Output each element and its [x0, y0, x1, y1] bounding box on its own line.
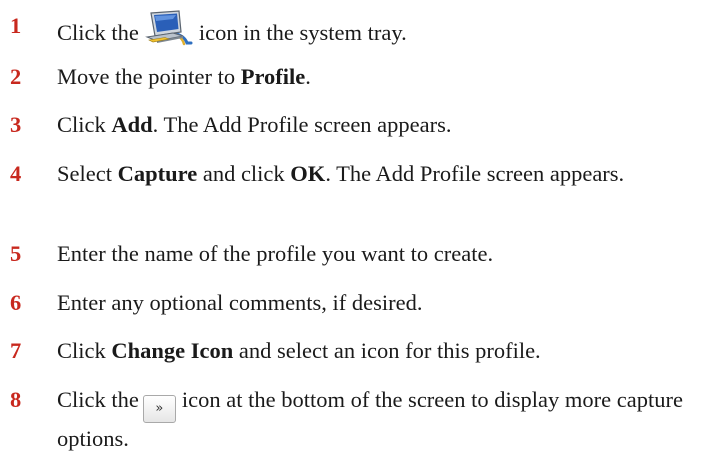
- step-number: 8: [10, 387, 22, 412]
- step-number: 3: [10, 112, 22, 137]
- step-text: Click Add. The Add Profile screen appear…: [57, 112, 452, 137]
- step-number: 6: [10, 290, 22, 315]
- instruction-steps: 1 Click the icon in the system tray. 2 M…: [0, 0, 718, 459]
- expand-options-icon: »: [142, 395, 176, 423]
- step-text: Click the icon in the system tray.: [57, 10, 713, 48]
- step-text: Click Change Icon and select an icon for…: [57, 338, 541, 363]
- step-number: 2: [10, 64, 22, 89]
- step-text: Enter any optional comments, if desired.: [57, 290, 423, 315]
- step-number: 1: [10, 13, 22, 38]
- step-number: 7: [10, 338, 22, 363]
- network-monitor-icon: [143, 10, 193, 46]
- step-text: Move the pointer to Profile.: [57, 64, 311, 89]
- step-text: Select Capture and click OK. The Add Pro…: [57, 161, 625, 186]
- step-text: Click the» icon at the bottom of the scre…: [57, 387, 683, 451]
- step-number: 4: [10, 161, 22, 186]
- step-text: Enter the name of the profile you want t…: [57, 241, 494, 266]
- step-number: 5: [10, 241, 22, 266]
